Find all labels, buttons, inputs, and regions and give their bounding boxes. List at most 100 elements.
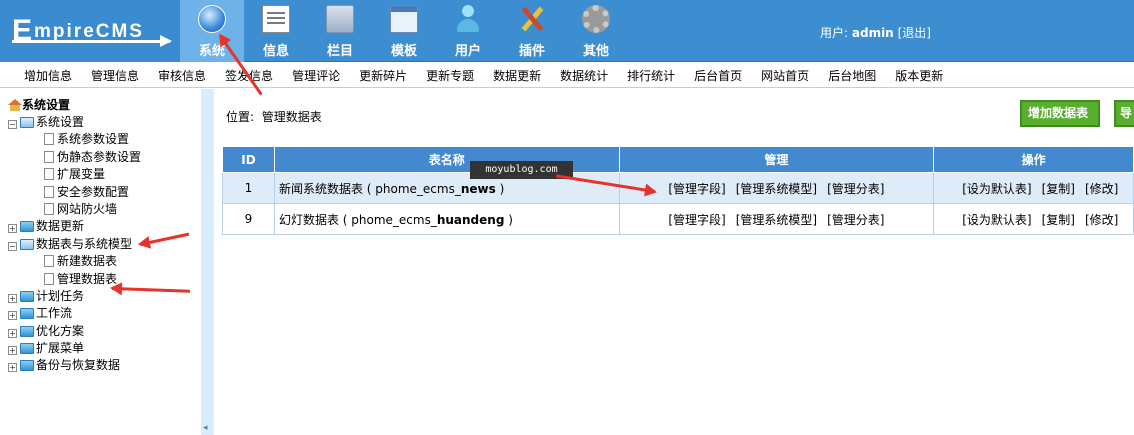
quick-menu-item[interactable]: 后台首页 xyxy=(694,67,742,84)
manage-model-link[interactable]: [管理系统模型] xyxy=(736,213,817,227)
data-table-list: ID 表名称 管理 操作 1 新闻系统数据表 ( phome_ecms_news… xyxy=(222,146,1134,235)
table-row: 9 幻灯数据表 ( phome_ecms_huandeng ) [管理字段] [管… xyxy=(222,203,1134,235)
quick-menu-item[interactable]: 更新碎片 xyxy=(359,67,407,84)
tree-leaf[interactable]: 网站防火墙 xyxy=(8,201,141,218)
folder-icon xyxy=(20,308,34,320)
folder-icon xyxy=(20,343,34,355)
tree-node-system-settings[interactable]: − 系统设置 xyxy=(8,114,141,131)
row-manage: [管理字段] [管理系统模型] [管理分表] xyxy=(618,203,935,235)
main-content: 位置: 管理数据表 增加数据表 导 ID 表名称 管理 操作 1 新闻系统数据表… xyxy=(214,89,1134,435)
breadcrumb-link[interactable]: 管理数据表 xyxy=(262,110,322,124)
quick-menu-item[interactable]: 网站首页 xyxy=(761,67,809,84)
expand-icon[interactable]: + xyxy=(8,328,17,338)
logo: EmpireCMS xyxy=(0,0,180,62)
folder-icon xyxy=(326,5,354,33)
set-default-link[interactable]: [设为默认表] xyxy=(962,182,1031,196)
quick-menu: 增加信息 管理信息 审核信息 签发信息 管理评论 更新碎片 更新专题 数据更新 … xyxy=(0,63,1134,88)
page-icon xyxy=(44,272,54,285)
set-default-link[interactable]: [设为默认表] xyxy=(962,213,1031,227)
folder-open-icon xyxy=(20,238,34,250)
col-header-manage: 管理 xyxy=(618,146,935,173)
copy-link[interactable]: [复制] xyxy=(1042,182,1075,196)
tree-node-data-tables[interactable]: − 数据表与系统模型 xyxy=(8,236,141,253)
page-icon xyxy=(44,255,54,268)
nav-other[interactable]: 其他 xyxy=(564,0,628,62)
manage-subtable-link[interactable]: [管理分表] xyxy=(827,213,884,227)
manage-subtable-link[interactable]: [管理分表] xyxy=(827,182,884,196)
folder-icon xyxy=(20,290,34,302)
quick-menu-item[interactable]: 管理评论 xyxy=(292,67,340,84)
quick-menu-item[interactable]: 排行统计 xyxy=(627,67,675,84)
row-id: 1 xyxy=(222,172,275,204)
import-button[interactable]: 导 xyxy=(1114,100,1134,127)
manage-fields-link[interactable]: [管理字段] xyxy=(668,182,725,196)
user-info: 用户: admin [退出] xyxy=(820,26,931,40)
edit-link[interactable]: [修改] xyxy=(1085,182,1118,196)
expand-icon[interactable]: + xyxy=(8,224,17,234)
collapse-arrow-icon[interactable]: ◂ xyxy=(203,423,208,433)
logout-link[interactable]: [退出] xyxy=(898,26,931,40)
tree-node-optimization[interactable]: + 优化方案 xyxy=(8,323,141,340)
main-nav: 系统 信息 栏目 模板 用户 插件 其他 xyxy=(180,0,628,62)
quick-menu-item[interactable]: 版本更新 xyxy=(895,67,943,84)
tree-node-workflow[interactable]: + 工作流 xyxy=(8,305,141,322)
page-icon xyxy=(44,168,54,181)
expand-icon[interactable]: + xyxy=(8,363,17,373)
tree-node-extend-menu[interactable]: + 扩展菜单 xyxy=(8,340,141,357)
collapse-icon[interactable]: − xyxy=(8,241,17,251)
nav-plugin[interactable]: 插件 xyxy=(500,0,564,62)
collapse-icon[interactable]: − xyxy=(8,120,17,129)
globe-icon xyxy=(198,5,226,33)
panel-splitter[interactable]: ◂ xyxy=(201,89,214,435)
manage-model-link[interactable]: [管理系统模型] xyxy=(736,182,817,196)
top-header: EmpireCMS 系统 信息 栏目 模板 用户 插件 其他 用户: admin… xyxy=(0,0,1134,62)
folder-icon xyxy=(20,360,34,372)
tools-icon xyxy=(518,5,546,33)
row-ops: [设为默认表] [复制] [修改] xyxy=(933,203,1134,235)
quick-menu-item[interactable]: 数据更新 xyxy=(493,67,541,84)
col-header-id: ID xyxy=(222,146,275,173)
page-icon xyxy=(44,202,54,215)
tree-leaf[interactable]: 系统参数设置 xyxy=(8,131,141,148)
tree-node-data-update[interactable]: + 数据更新 xyxy=(8,218,141,235)
table-row: 1 新闻系统数据表 ( phome_ecms_news ) [管理字段] [管理系… xyxy=(222,172,1134,204)
row-manage: [管理字段] [管理系统模型] [管理分表] xyxy=(618,172,935,204)
add-table-button[interactable]: 增加数据表 xyxy=(1020,100,1100,127)
user-icon xyxy=(454,5,482,33)
manage-fields-link[interactable]: [管理字段] xyxy=(668,213,725,227)
edit-link[interactable]: [修改] xyxy=(1085,213,1118,227)
tree-leaf[interactable]: 扩展变量 xyxy=(8,166,141,183)
left-panel: 系统设置 − 系统设置 系统参数设置 伪静态参数设置 扩展变量 安全参数配置 网站… xyxy=(0,89,201,435)
folder-icon xyxy=(20,221,34,233)
expand-icon[interactable]: + xyxy=(8,346,17,356)
logo-arrow-icon xyxy=(160,35,172,47)
row-id: 9 xyxy=(222,203,275,235)
quick-menu-item[interactable]: 审核信息 xyxy=(158,67,206,84)
tree-root: 系统设置 xyxy=(8,97,141,114)
quick-menu-item[interactable]: 更新专题 xyxy=(426,67,474,84)
quick-menu-item[interactable]: 后台地图 xyxy=(828,67,876,84)
tree-node-backup[interactable]: + 备份与恢复数据 xyxy=(8,357,141,374)
nav-column[interactable]: 栏目 xyxy=(308,0,372,62)
tree-leaf[interactable]: 新建数据表 xyxy=(8,253,141,270)
window-icon xyxy=(390,5,418,33)
expand-icon[interactable]: + xyxy=(8,311,17,321)
copy-link[interactable]: [复制] xyxy=(1042,213,1075,227)
menu-tree: 系统设置 − 系统设置 系统参数设置 伪静态参数设置 扩展变量 安全参数配置 网站… xyxy=(8,97,141,375)
tree-leaf[interactable]: 安全参数配置 xyxy=(8,184,141,201)
quick-menu-item[interactable]: 增加信息 xyxy=(24,67,72,84)
nav-template[interactable]: 模板 xyxy=(372,0,436,62)
row-name: 幻灯数据表 ( phome_ecms_huandeng ) xyxy=(273,203,620,235)
nav-info[interactable]: 信息 xyxy=(244,0,308,62)
page-icon xyxy=(44,185,54,198)
tree-leaf[interactable]: 伪静态参数设置 xyxy=(8,149,141,166)
document-icon xyxy=(262,5,290,33)
quick-menu-item[interactable]: 管理信息 xyxy=(91,67,139,84)
logo-underline xyxy=(12,40,170,43)
home-icon xyxy=(8,99,22,111)
quick-menu-item[interactable]: 数据统计 xyxy=(560,67,608,84)
expand-icon[interactable]: + xyxy=(8,293,17,303)
nav-user[interactable]: 用户 xyxy=(436,0,500,62)
breadcrumb: 位置: 管理数据表 xyxy=(226,110,322,124)
folder-open-icon xyxy=(20,117,34,128)
